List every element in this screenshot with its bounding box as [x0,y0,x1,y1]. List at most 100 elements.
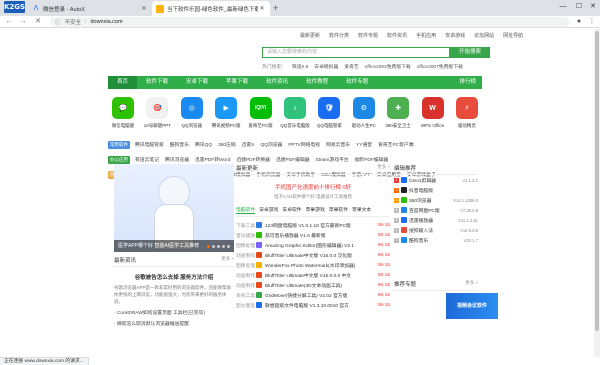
news-item-text[interactable]: CorelDRAW如何设置页面 工具栏(已完毕) [117,311,205,316]
subtab[interactable]: 电脑软件 [236,206,256,214]
driver-icon[interactable]: ⚙ [352,97,375,119]
app-label[interactable]: 10号解题PPT [144,123,171,129]
subtab[interactable]: 安卓游戏 [259,206,278,214]
window-close-icon[interactable]: ✕ [586,0,600,16]
iqiyi-icon[interactable]: iQIYI [249,97,272,119]
app-tile[interactable]: 💬 微信电脑版 [108,93,138,133]
download-row[interactable]: 系统工具 GridMove(快捷分屏工具) V2.02 官方版 06-15 [236,290,390,300]
search-input[interactable]: 请输入您要搜索的内容 [262,47,450,58]
download-name[interactable]: 荔可音乐播放器 V1.0 最新版 [265,232,376,239]
category-link[interactable]: 360压缩 [218,141,236,148]
hot-search-item[interactable]: 铁道0.8 [292,63,308,70]
close-icon[interactable]: ✕ [258,5,266,12]
download-category[interactable]: 系统工具 [236,292,256,299]
pick-row[interactable]: 3 360浏览器 V14.1.1006.0 [394,195,478,205]
nav-ranking[interactable]: 排行榜 [450,76,482,89]
app-label[interactable]: 驱动精灵 [458,123,476,129]
download-row[interactable]: 图像处理 Amazing Graphic Editor(图形编辑器) V2.1 06… [236,240,390,250]
category-link[interactable]: 腾讯电脑管家 [135,141,164,148]
hot-search-item[interactable]: office2003免费版下载 [365,63,411,70]
download-category[interactable]: 下载工具 [236,222,256,229]
stop-icon[interactable]: ✕ [33,17,43,27]
wps-icon[interactable]: W [421,97,444,119]
pick-row[interactable]: 1 Cleo1剪辑器 V1.1.3.1 [394,175,478,185]
tab-wechat-login[interactable]: Λ 微信登录 - AutoX ✕ [28,1,152,16]
featured-ad-subline[interactable]: 电子CAD软件哪个好 电路设计工具推荐 [236,194,390,200]
qq-browser-icon[interactable]: ◎ [180,97,203,119]
news-more-link[interactable]: 更多 » [221,256,234,264]
pick-name[interactable]: 迅雷播放器 [409,217,458,224]
pick-name[interactable]: 酷狗音乐 [409,237,464,244]
app-label[interactable]: WPS Office [421,123,444,128]
app-tile[interactable]: iQIYI 爱奇艺PC版 [246,93,276,133]
app-label[interactable]: 微信电脑版 [112,123,135,129]
top-link[interactable]: 网址导航 [503,32,523,39]
category-link[interactable]: 迅捷PDF转换器 [236,156,270,163]
hot-search-item[interactable]: 安卓模拟器 [314,63,338,70]
app-tile[interactable]: ♪ QQ音乐电脑版 [280,93,310,133]
download-row[interactable]: 图文图处 联想超级文件电脑版 V1.3.10.0010 官方 06-15 [236,300,390,310]
download-category[interactable]: 动画制作 [236,252,256,259]
category-link[interactable]: 腾讯浏览器 [165,156,189,163]
top-link[interactable]: 论坛网站 [474,32,494,39]
download-row[interactable]: 动画制作 BluffTitler Ultimate中文版 V16.0.0 汉化版 0… [236,250,390,260]
slide-dot[interactable] [227,244,230,248]
news-item[interactable]: · 微软怎么取消默认浏览器推送提醒 [114,320,234,327]
app-tile[interactable]: ⚡ 驱动精灵 [452,93,482,133]
app-label[interactable]: 360安全卫士 [385,123,411,129]
pick-row[interactable]: 5 迅雷播放器 V11.1.4.61 [394,215,478,225]
category-link[interactable]: 酷狗音乐 [170,141,189,148]
subtab[interactable]: 苹果软件 [329,206,348,214]
close-icon[interactable]: ✕ [140,5,148,12]
topics-more-link[interactable]: 更多 » [465,280,478,288]
forward-icon[interactable]: → [18,17,28,27]
subtab[interactable]: 安卓软件 [282,206,301,214]
nav-item[interactable]: 软件教程 [297,76,337,89]
category-link[interactable]: YY语音 [356,141,372,148]
download-name[interactable]: 123网盘电脑版 V1.0.1.10 官方最新PC版 [265,222,376,229]
video-meeting-promo[interactable]: 视频会议软件 [446,293,498,319]
new-tab-button[interactable]: + [273,1,278,15]
back-icon[interactable]: ← [4,17,14,27]
nav-item[interactable]: 软件下载 [137,76,177,89]
qq-music-icon[interactable]: ♪ [283,97,306,119]
banner-caption-text[interactable]: 医学APP哪个好 智能AI医学工具推荐 [118,240,199,252]
scrollbar[interactable] [594,29,600,357]
app-label[interactable]: 驱动人生PC [352,123,376,129]
app-tile[interactable]: ▶ 腾讯视频PC版 [211,93,241,133]
top-link[interactable]: 安卓游戏 [445,32,465,39]
download-name[interactable]: BluffTitler Ultimate(3D文本动画工具) [265,282,376,289]
pick-row[interactable]: 6 搜狗输入法 V12.6.0.6 [394,225,478,235]
category-link[interactable]: 腾讯QQ [195,141,212,148]
ppt-icon[interactable]: 🎯 [146,97,169,119]
nav-item[interactable]: 首页 [108,76,138,89]
hot-search-item[interactable]: 爱奇艺 [344,63,358,70]
pick-row[interactable]: 4 百度网盘PC版 V7.30.0.8 [394,205,478,215]
app-tile[interactable]: ◎ QQ浏览器 [177,93,207,133]
search-button[interactable]: 开始搜索 [450,47,490,58]
qq-guard-icon[interactable]: 🛡 [318,97,341,119]
top-link[interactable]: 手机应用 [416,32,436,39]
url-text[interactable]: downxia.com [90,19,122,25]
minimize-icon[interactable]: — [556,0,570,16]
news-headline[interactable]: 谷歌被告怎么去掉 服务方法介绍 [114,273,234,281]
app-tile[interactable]: 🎯 10号解题PPT [142,93,172,133]
banner-slideshow[interactable]: 医学APP哪个好 智能AI医学工具推荐 [114,164,234,252]
category-link[interactable]: 网易云音乐 [326,141,350,148]
download-row[interactable]: 图像处理 WonderFox Photo Watermark(水印添加器) 06-1… [236,260,390,270]
top-link[interactable]: 软件分类 [329,32,349,39]
insecure-icon[interactable]: ⓘ [55,18,61,26]
category-link[interactable]: 迅雷PDF转Word [195,156,230,163]
pick-name[interactable]: 百度网盘PC版 [409,207,460,214]
slide-dot[interactable] [222,244,225,248]
category-link[interactable]: QQ浏览器 [260,141,282,148]
app-tile[interactable]: 🛡 QQ电脑管家 [314,93,344,133]
app-label[interactable]: 腾讯视频PC版 [212,123,241,129]
nav-item[interactable]: 软件专题 [337,76,377,89]
app-label[interactable]: 爱奇艺PC版 [248,123,272,129]
pick-name[interactable]: 抖音电脑版 [409,187,478,194]
download-name[interactable]: GridMove(快捷分屏工具) V2.02 官方版 [265,292,376,299]
slide-dot[interactable] [207,244,210,248]
download-name[interactable]: BluffTitler Ultimate中文版 V16.0.0 汉化版 [265,252,376,259]
download-name[interactable]: 联想超级文件电脑版 V1.3.10.0010 官方 [265,302,376,309]
